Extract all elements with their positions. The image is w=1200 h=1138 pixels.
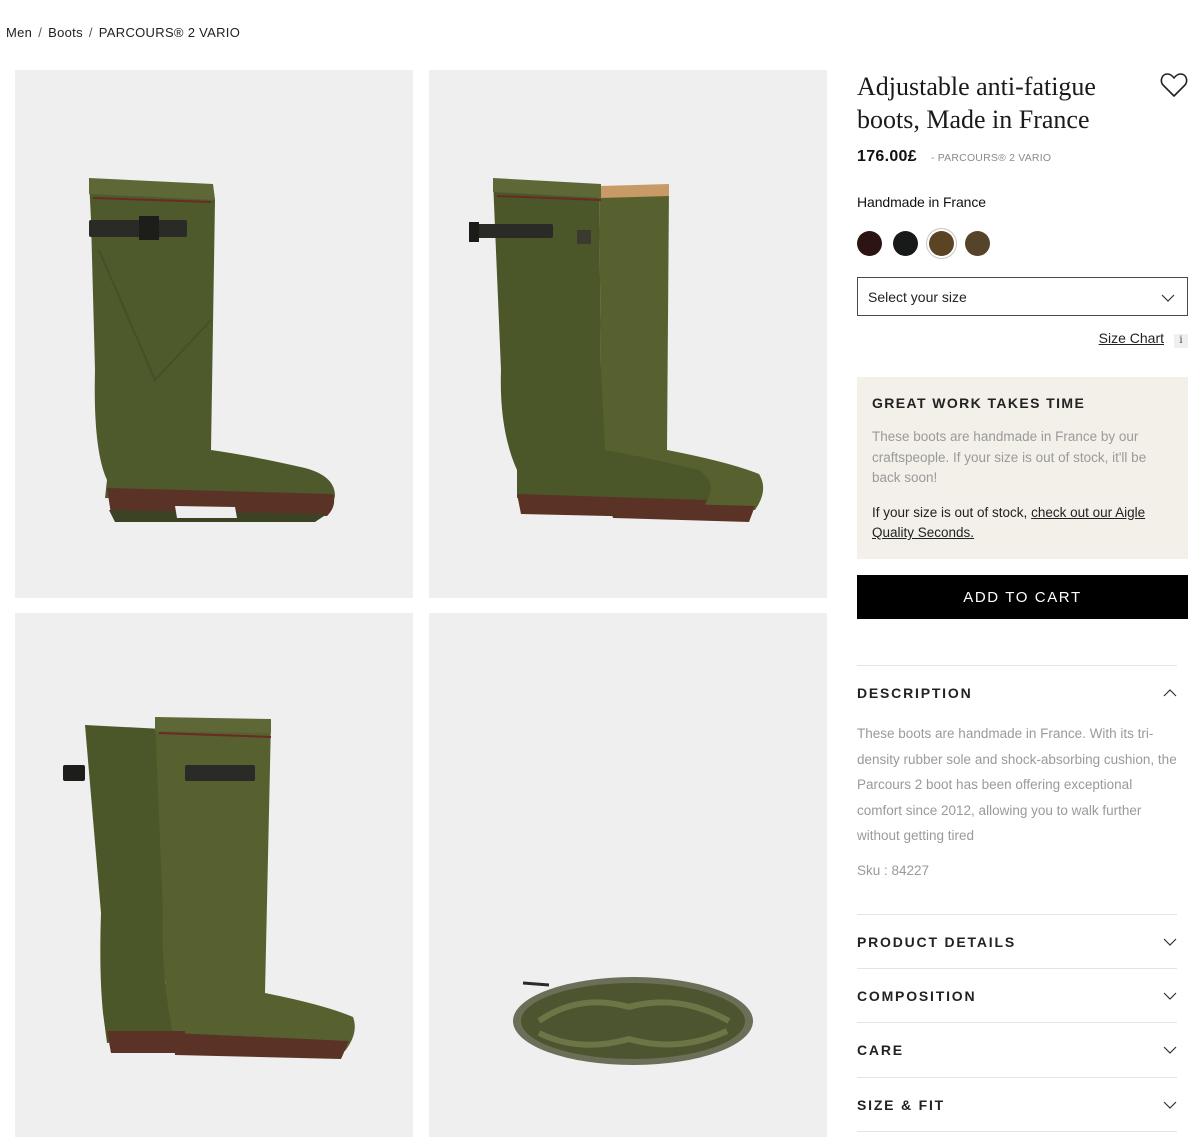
callout-link-prefix: If your size is out of stock, — [872, 504, 1032, 520]
accordion-title: COMPOSITION — [857, 988, 977, 1004]
callout-body: These boots are handmade in France by ou… — [872, 429, 1147, 485]
boot-back-illustration — [63, 717, 355, 1059]
size-chart-row: Size Chart i — [857, 330, 1188, 348]
chevron-down-icon — [1163, 992, 1177, 1000]
boot-sole-illustration — [513, 977, 753, 1065]
accordion-header[interactable]: PRODUCT DETAILS — [857, 915, 1177, 969]
breadcrumb: Men / Boots / PARCOURS® 2 VARIO — [6, 25, 240, 40]
breadcrumb-separator: / — [38, 25, 43, 40]
info-icon[interactable]: i — [1174, 334, 1188, 348]
breadcrumb-item-men[interactable]: Men — [6, 25, 32, 40]
breadcrumb-item-boots[interactable]: Boots — [48, 25, 83, 40]
size-chart-link[interactable]: Size Chart — [1099, 330, 1164, 346]
boot-pair-illustration — [469, 178, 764, 522]
accordion-description[interactable]: DESCRIPTION — [857, 666, 1177, 720]
origin-label: Handmade in France — [857, 194, 986, 210]
accordion-header[interactable]: CARE — [857, 1023, 1177, 1077]
accordion-title: CARE — [857, 1042, 904, 1058]
add-to-cart-button[interactable]: ADD TO CART — [857, 575, 1188, 619]
accordion-header[interactable]: DESCRIPTION — [857, 666, 1177, 720]
product-image-pair[interactable] — [429, 70, 827, 598]
chevron-up-icon — [1163, 689, 1177, 697]
product-title: Adjustable anti-fatigue boots, Made in F… — [857, 72, 1096, 134]
chevron-down-icon — [1163, 938, 1177, 946]
color-swatch[interactable] — [857, 231, 882, 256]
product-image-back[interactable] — [15, 613, 413, 1137]
product-image-side[interactable] — [15, 70, 413, 598]
color-swatch[interactable] — [965, 231, 990, 256]
product-image-sole[interactable] — [429, 613, 827, 1137]
chevron-down-icon — [1163, 1101, 1177, 1109]
description-body: These boots are handmade in France. With… — [857, 726, 1177, 843]
product-sku: Sku : 84227 — [857, 863, 930, 878]
accordion-title: DESCRIPTION — [857, 685, 973, 701]
color-swatch[interactable] — [893, 231, 918, 256]
accordion-product-details[interactable]: PRODUCT DETAILS — [857, 915, 1177, 969]
size-select[interactable]: Select your size — [857, 277, 1188, 316]
divider — [857, 1131, 1177, 1132]
breadcrumb-item-current: PARCOURS® 2 VARIO — [98, 25, 241, 40]
accordion-care[interactable]: CARE — [857, 1023, 1177, 1077]
chevron-down-icon — [1163, 1046, 1177, 1054]
chevron-down-icon — [1161, 290, 1175, 306]
boot-side-illustration — [89, 178, 335, 522]
callout-link-line: If your size is out of stock, check out … — [872, 503, 1173, 544]
price-row: 176.00£ - PARCOURS® 2 VARIO — [857, 148, 1188, 166]
product-info-panel: Adjustable anti-fatigue boots, Made in F… — [857, 70, 1188, 619]
breadcrumb-separator: / — [88, 25, 93, 40]
color-swatch[interactable] — [929, 231, 954, 256]
product-price: 176.00£ — [857, 148, 917, 165]
callout-title: GREAT WORK TAKES TIME — [872, 395, 1086, 411]
heart-outline-icon[interactable] — [1160, 72, 1188, 98]
accordion-composition[interactable]: COMPOSITION — [857, 969, 1177, 1023]
accordion-size-fit[interactable]: SIZE & FIT — [857, 1078, 1177, 1132]
stock-callout: GREAT WORK TAKES TIME These boots are ha… — [857, 377, 1188, 559]
accordion-header[interactable]: COMPOSITION — [857, 969, 1177, 1023]
accordion-title: SIZE & FIT — [857, 1097, 945, 1113]
size-select-value: Select your size — [868, 288, 967, 305]
color-swatches — [857, 231, 1188, 256]
accordion-header[interactable]: SIZE & FIT — [857, 1078, 1177, 1132]
accordion-title: PRODUCT DETAILS — [857, 934, 1016, 950]
product-reference: - PARCOURS® 2 VARIO — [930, 152, 1052, 164]
